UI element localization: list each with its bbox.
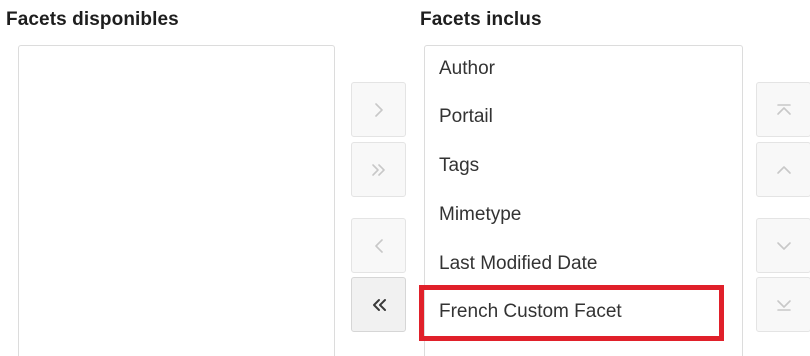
move-right-button[interactable] <box>351 82 406 137</box>
list-item-mimetype[interactable]: Mimetype <box>439 204 521 226</box>
move-all-left-button[interactable] <box>351 277 406 332</box>
list-item-tags[interactable]: Tags <box>439 155 479 177</box>
move-all-right-button[interactable] <box>351 142 406 197</box>
move-up-button[interactable] <box>756 142 810 197</box>
chevron-down-icon <box>776 241 791 250</box>
chevron-left-icon <box>374 238 383 253</box>
included-facets-title: Facets inclus <box>420 9 542 30</box>
list-item-last-modified-date[interactable]: Last Modified Date <box>439 253 597 275</box>
double-chevron-left-icon <box>372 298 386 311</box>
double-chevron-right-icon <box>371 163 385 176</box>
available-facets-title: Facets disponibles <box>6 9 179 30</box>
move-to-bottom-button[interactable] <box>756 277 810 332</box>
arrow-to-bottom-icon <box>776 299 791 311</box>
arrow-to-top-icon <box>776 103 791 115</box>
list-item-author[interactable]: Author <box>439 58 495 80</box>
facet-shuttle: Facets disponibles Facets inclus Author … <box>0 0 810 356</box>
available-facets-list[interactable] <box>18 45 335 356</box>
chevron-up-icon <box>776 165 791 174</box>
move-to-top-button[interactable] <box>756 82 810 137</box>
list-item-portail[interactable]: Portail <box>439 106 493 128</box>
move-down-button[interactable] <box>756 218 810 273</box>
chevron-right-icon <box>374 102 383 117</box>
highlight-box <box>419 285 724 341</box>
move-left-button[interactable] <box>351 218 406 273</box>
